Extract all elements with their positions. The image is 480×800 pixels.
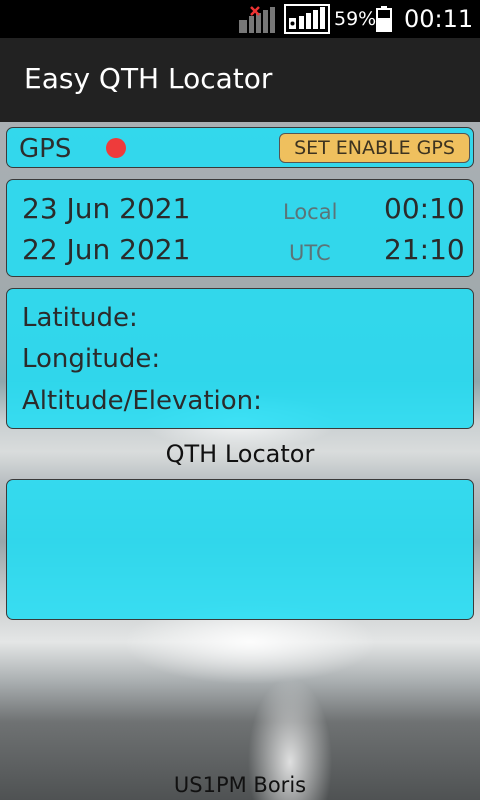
gps-panel: GPS SET ENABLE GPS (6, 127, 474, 168)
battery-percentage: 59% (334, 8, 377, 30)
coordinates-panel: Latitude: Longitude: Altitude/Elevation: (6, 288, 474, 429)
app-bar: Easy QTH Locator (0, 38, 480, 122)
status-clock: 00:11 (404, 5, 474, 33)
signal-strength-icon (284, 4, 330, 34)
utc-date: 22 Jun 2021 (22, 233, 191, 266)
status-bar: 59% 00:11 (0, 0, 480, 38)
local-time: 00:10 (384, 192, 465, 225)
app-title: Easy QTH Locator (24, 62, 273, 95)
qth-locator-caption: QTH Locator (165, 440, 315, 468)
utc-label: UTC (289, 241, 331, 265)
utc-time: 21:10 (384, 233, 465, 266)
latitude-label: Latitude: (22, 303, 138, 333)
longitude-label: Longitude: (22, 344, 161, 374)
qth-locator-panel (6, 479, 474, 620)
time-panel: 23 Jun 2021 Local 00:10 22 Jun 2021 UTC … (6, 179, 474, 277)
battery-icon (376, 6, 392, 32)
gps-label: GPS (19, 134, 72, 164)
signal-no-service-icon (239, 6, 275, 33)
local-date: 23 Jun 2021 (22, 192, 191, 225)
local-label: Local (283, 200, 338, 224)
altitude-label: Altitude/Elevation: (22, 386, 262, 416)
author-footer: US1PM Boris (173, 773, 307, 797)
gps-status-indicator (106, 138, 126, 158)
set-enable-gps-button[interactable]: SET ENABLE GPS (279, 133, 470, 163)
